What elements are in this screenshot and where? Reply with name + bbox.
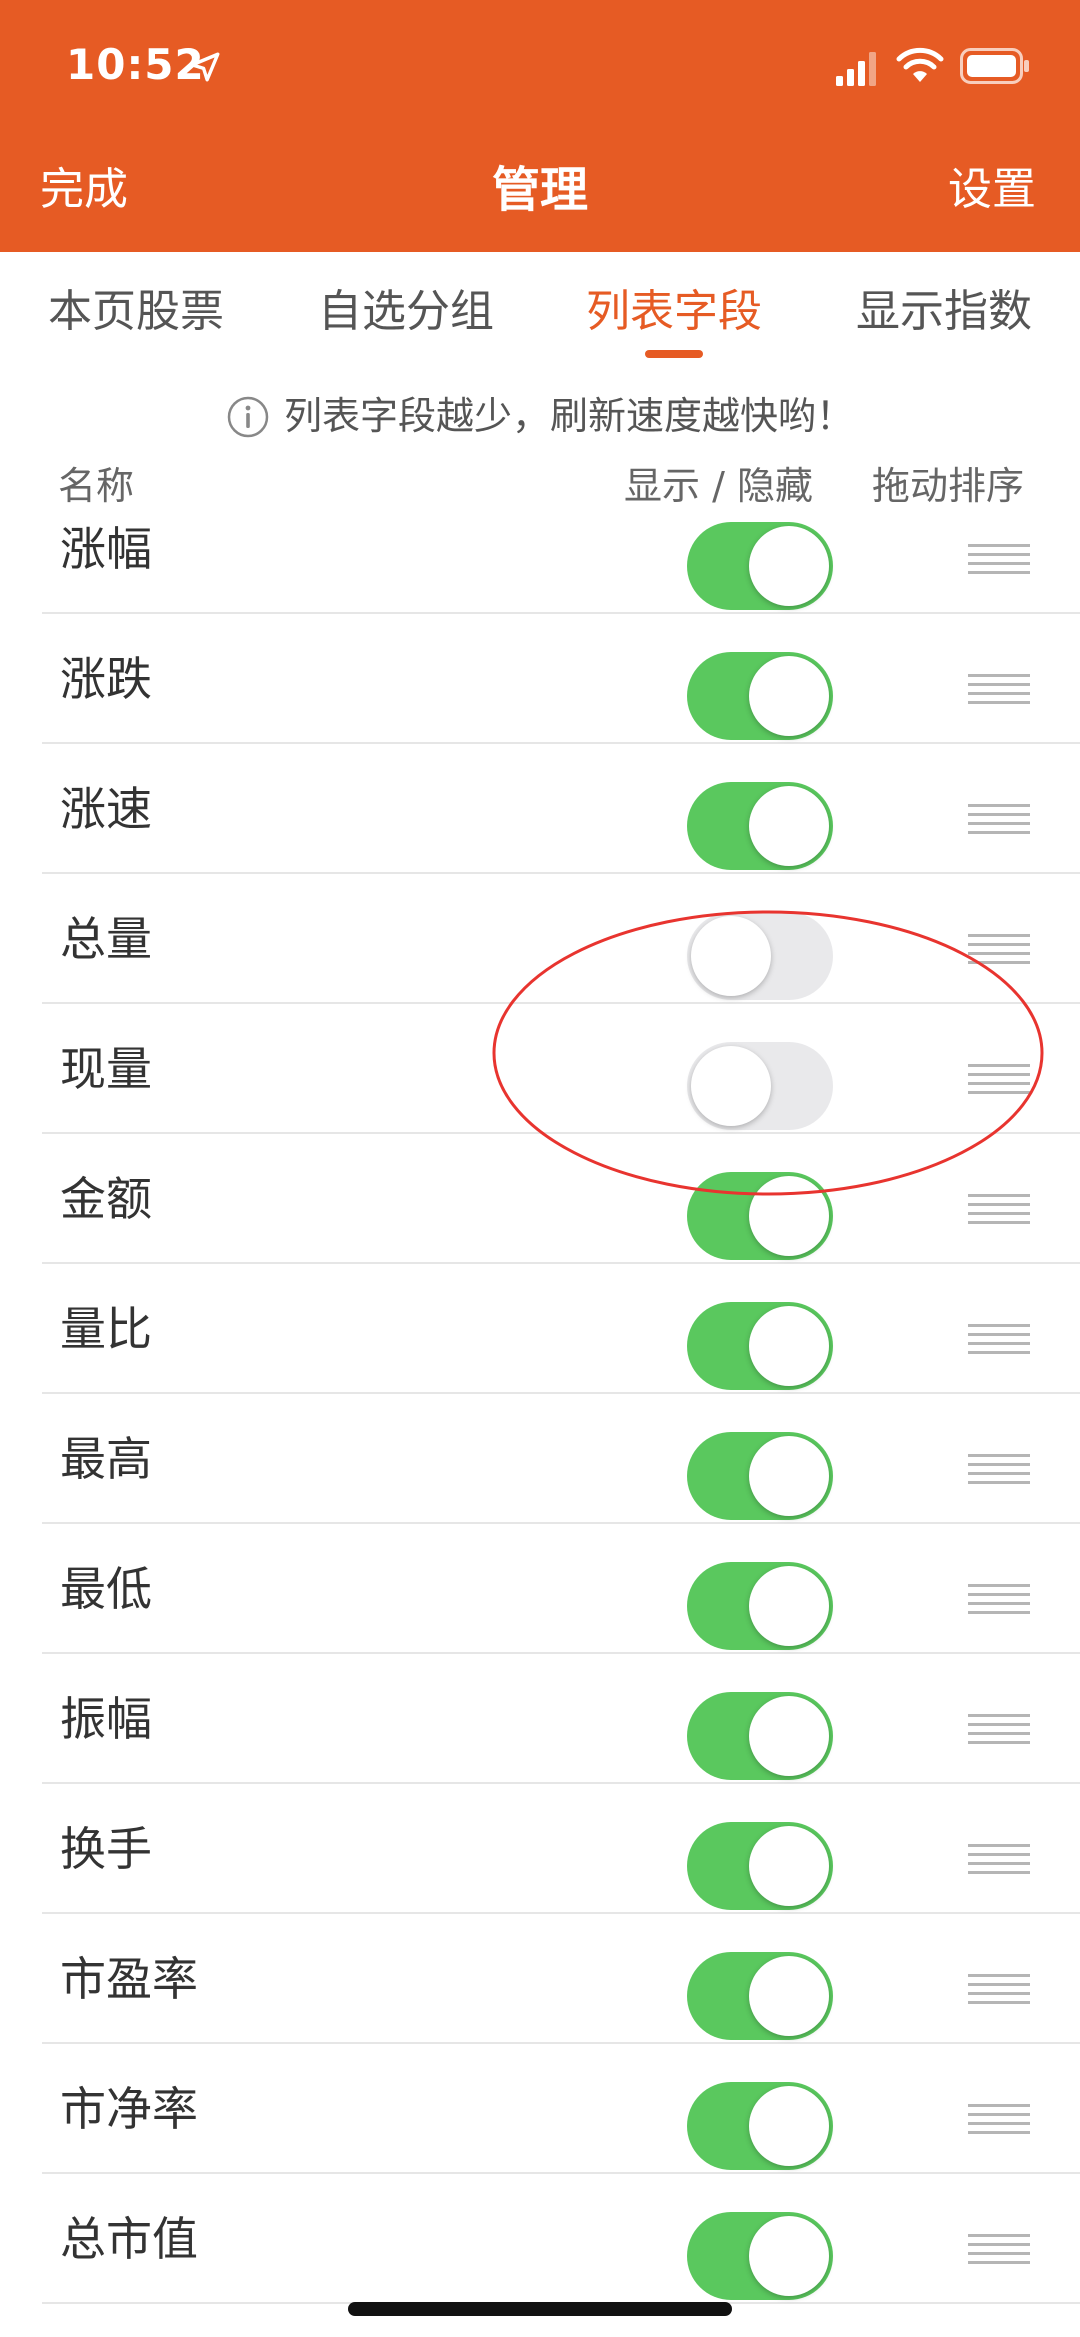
list-item: 最低: [42, 1524, 1080, 1654]
toggle-knob: [749, 786, 829, 866]
location-arrow-icon: [190, 52, 220, 82]
field-label: 量比: [60, 1302, 152, 1356]
field-label: 总市值: [60, 2212, 198, 2266]
drag-handle-icon[interactable]: [968, 540, 1030, 578]
field-label: 涨速: [60, 782, 152, 836]
field-label: 涨跌: [60, 652, 152, 706]
tab-bar: 本页股票 自选分组 列表字段 显示指数: [0, 252, 1080, 372]
list-item: 量比: [42, 1264, 1080, 1394]
field-label: 最低: [60, 1562, 152, 1616]
drag-handle-icon[interactable]: [968, 1450, 1030, 1488]
drag-handle-icon[interactable]: [968, 1320, 1030, 1358]
header: 10:52 完成 管理 设置: [0, 0, 1080, 252]
list-item: 总市值: [42, 2174, 1080, 2304]
drag-handle-icon[interactable]: [968, 2230, 1030, 2268]
field-label: 换手: [60, 1822, 152, 1876]
visibility-toggle[interactable]: [687, 1042, 833, 1130]
visibility-toggle[interactable]: [687, 912, 833, 1000]
list-item: 涨速: [42, 744, 1080, 874]
list-item: 现量: [42, 1004, 1080, 1134]
field-label: 金额: [60, 1172, 152, 1226]
drag-handle-icon[interactable]: [968, 800, 1030, 838]
info-icon: [227, 396, 269, 438]
page-title: 管理: [491, 162, 588, 218]
drag-handle-icon[interactable]: [968, 670, 1030, 708]
list-item: 总量: [42, 874, 1080, 1004]
battery-icon: [960, 48, 1029, 84]
done-button[interactable]: 完成: [40, 160, 128, 220]
visibility-toggle[interactable]: [687, 2212, 833, 2300]
list-item: 换手: [42, 1784, 1080, 1914]
settings-button[interactable]: 设置: [948, 160, 1036, 220]
field-label: 市净率: [60, 2082, 198, 2136]
list-item: 市盈率: [42, 1914, 1080, 2044]
list-item: 振幅: [42, 1654, 1080, 1784]
drag-handle-icon[interactable]: [968, 930, 1030, 968]
toggle-knob: [691, 916, 771, 996]
home-indicator: [348, 2302, 732, 2316]
visibility-toggle[interactable]: [687, 522, 833, 610]
toggle-knob: [749, 1566, 829, 1646]
visibility-toggle[interactable]: [687, 2082, 833, 2170]
tab-page-stocks[interactable]: 本页股票: [48, 282, 224, 342]
tab-watchlist-groups[interactable]: 自选分组: [318, 282, 494, 342]
visibility-toggle[interactable]: [687, 782, 833, 870]
visibility-toggle[interactable]: [687, 652, 833, 740]
drag-handle-icon[interactable]: [968, 1060, 1030, 1098]
field-label: 振幅: [60, 1692, 152, 1746]
status-time: 10:52: [66, 40, 205, 89]
drag-handle-icon[interactable]: [968, 1970, 1030, 2008]
drag-handle-icon[interactable]: [968, 1710, 1030, 1748]
visibility-toggle[interactable]: [687, 1562, 833, 1650]
list-item: 金额: [42, 1134, 1080, 1264]
visibility-toggle[interactable]: [687, 1692, 833, 1780]
toggle-knob: [749, 1436, 829, 1516]
field-label: 涨幅: [60, 522, 152, 576]
toggle-knob: [749, 526, 829, 606]
drag-handle-icon[interactable]: [968, 1840, 1030, 1878]
field-label: 市盈率: [60, 1952, 198, 2006]
active-tab-indicator: [645, 350, 703, 358]
wifi-icon: [896, 47, 944, 82]
tab-show-index[interactable]: 显示指数: [856, 282, 1032, 342]
toggle-knob: [691, 1046, 771, 1126]
list-item: 涨幅: [42, 484, 1080, 614]
toggle-knob: [749, 2216, 829, 2296]
drag-handle-icon[interactable]: [968, 1580, 1030, 1618]
drag-handle-icon[interactable]: [968, 2100, 1030, 2138]
tab-list-fields[interactable]: 列表字段: [586, 282, 762, 342]
toggle-knob: [749, 1826, 829, 1906]
drag-handle-icon[interactable]: [968, 1190, 1030, 1228]
field-label: 最高: [60, 1432, 152, 1486]
visibility-toggle[interactable]: [687, 1172, 833, 1260]
list-item: 市净率: [42, 2044, 1080, 2174]
visibility-toggle[interactable]: [687, 1432, 833, 1520]
page: 10:52 完成 管理 设置 本页股票 自选分组 列表字段 显示指数 列表字段越…: [0, 0, 1080, 2337]
toggle-knob: [749, 2086, 829, 2166]
field-label: 现量: [60, 1042, 152, 1096]
field-list: 涨幅涨跌涨速总量现量金额量比最高最低振幅换手市盈率市净率总市值: [0, 484, 1080, 2304]
toggle-knob: [749, 1176, 829, 1256]
visibility-toggle[interactable]: [687, 1822, 833, 1910]
visibility-toggle[interactable]: [687, 1952, 833, 2040]
visibility-toggle[interactable]: [687, 1302, 833, 1390]
tip-banner: 列表字段越少，刷新速度越快哟！: [0, 386, 1080, 446]
tip-text: 列表字段越少，刷新速度越快哟！: [283, 394, 854, 438]
cellular-signal-icon: [836, 52, 876, 86]
field-label: 总量: [60, 912, 152, 966]
list-item: 涨跌: [42, 614, 1080, 744]
list-item: 最高: [42, 1394, 1080, 1524]
toggle-knob: [749, 656, 829, 736]
toggle-knob: [749, 1956, 829, 2036]
toggle-knob: [749, 1306, 829, 1386]
toggle-knob: [749, 1696, 829, 1776]
